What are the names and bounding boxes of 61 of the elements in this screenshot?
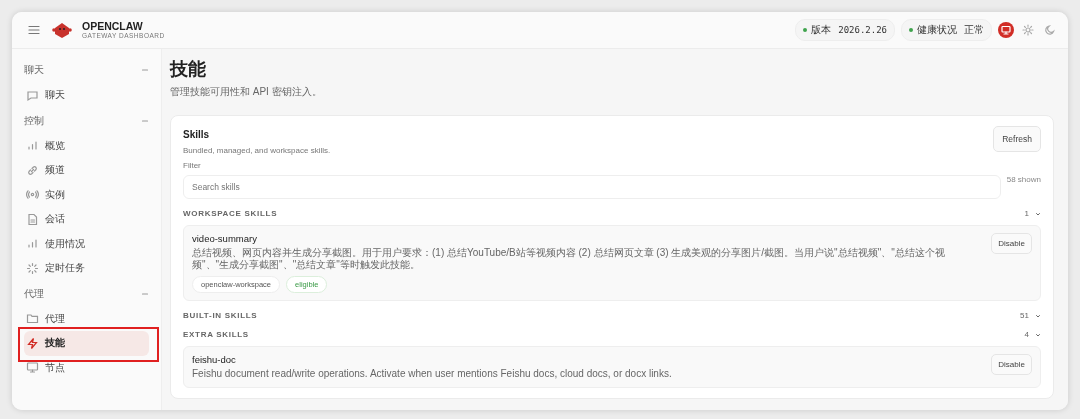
monitor-icon [26, 361, 39, 375]
section-count: 4 [1024, 330, 1029, 339]
panel-title: Skills [183, 129, 211, 140]
group-label: 控制 [24, 113, 44, 128]
disable-button[interactable]: Disable [991, 354, 1032, 375]
monitor-icon [1000, 24, 1012, 36]
menu-button[interactable] [26, 23, 42, 37]
lightning-icon [26, 336, 39, 350]
skill-description: Feishu document read/write operations. Activate when user mentions Feishu docs, cloud docs, or docx links. [192, 368, 672, 380]
nav-item[interactable]: 概览 [24, 133, 149, 158]
caret-icon [1035, 312, 1041, 319]
bar-chart-icon [26, 237, 39, 251]
page-subtitle: 管理技能可用性和 API 密钥注入。 [170, 85, 323, 99]
skill-name: feishu-doc [192, 354, 237, 365]
nav-item[interactable]: 实例 [24, 182, 149, 207]
folder-icon [26, 312, 39, 326]
section-count: 51 [1020, 311, 1029, 320]
radio-icon [26, 188, 39, 202]
status-label: 版本 [811, 23, 832, 37]
refresh-button[interactable]: Refresh [993, 126, 1041, 152]
page-title: 技能 [170, 58, 207, 81]
panel-subtitle: Bundled, managed, and workspace skills. [183, 146, 331, 155]
status-label: 健康状况 [917, 23, 957, 37]
section-title: BUILT-IN SKILLS [183, 311, 258, 320]
nav-item[interactable]: 技能 [24, 331, 149, 356]
moon-icon [1044, 24, 1056, 36]
section-count: 1 [1024, 209, 1029, 218]
theme-toggle[interactable] [998, 22, 1014, 38]
section-title: EXTRA SKILLS [183, 330, 249, 339]
nav-item[interactable]: 使用情况 [24, 231, 149, 256]
skill-name: video-summary [192, 233, 258, 244]
theme-toggle[interactable] [1020, 22, 1036, 38]
loader-icon [26, 261, 39, 275]
caret-icon [1035, 210, 1041, 217]
caret-icon [1035, 331, 1041, 338]
group-label: 代理 [24, 286, 44, 301]
search-field[interactable]: Search skills [183, 175, 1001, 199]
nav-item[interactable]: 代理 [24, 306, 149, 331]
group-label: 聊天 [24, 63, 44, 77]
brand-name: OPENCLAW [82, 21, 144, 32]
bar-chart-icon [26, 139, 39, 153]
status-value: 正常 [964, 23, 984, 37]
mascot-icon [52, 21, 72, 39]
nav-item[interactable]: 会话 [24, 207, 149, 232]
status-value: 2026.2.26 [838, 25, 887, 35]
disable-button[interactable]: Disable [991, 233, 1032, 254]
shown-count: 58 shown [1006, 175, 1041, 184]
nav-item[interactable]: 聊天 [24, 83, 149, 108]
chat-icon [26, 88, 39, 102]
nav-item[interactable]: 定时任务 [24, 256, 149, 281]
theme-toggle[interactable] [1042, 22, 1058, 38]
link-icon [26, 163, 39, 177]
collapse-icon [141, 66, 149, 74]
menu-icon [28, 25, 40, 35]
nav-item[interactable]: 频道 [24, 158, 149, 183]
document-icon [26, 212, 39, 226]
filter-label: Filter [183, 161, 202, 170]
section-title: WORKSPACE SKILLS [183, 209, 278, 218]
nav-item[interactable]: 节点 [24, 355, 149, 380]
sun-icon [1022, 24, 1034, 36]
skill-description: 总结视频、网页内容并生成分享截图。用于用户要求：(1) 总结YouTube/B站等视频内容 (2) 总结网页文章 (3) 生成美观的分享图片/截图。当用户说"总结视频"、"总结这个视频"、"生成分享截图"、"总结文章"等时触发此技能。 [192, 247, 946, 271]
